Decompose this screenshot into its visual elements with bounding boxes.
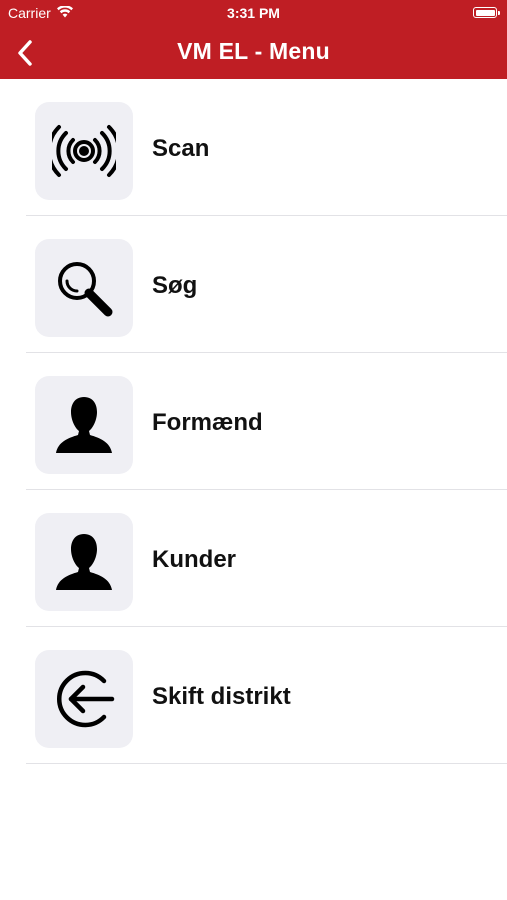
scan-icon — [52, 125, 116, 177]
menu-item-foremen[interactable]: Formænd — [0, 353, 507, 490]
logout-icon — [56, 670, 115, 728]
search-icon — [58, 262, 113, 317]
menu-list: Scan Søg Formænd Kunder Skift distrikt — [0, 79, 507, 764]
icon-tile — [35, 376, 133, 474]
menu-item-scan[interactable]: Scan — [0, 79, 507, 216]
battery-icon — [473, 7, 500, 18]
menu-item-label: Formænd — [152, 409, 263, 436]
menu-item-label: Skift distrikt — [152, 683, 291, 710]
icon-tile — [35, 650, 133, 748]
menu-item-customers[interactable]: Kunder — [0, 490, 507, 627]
page-title: VM EL - Menu — [177, 38, 330, 64]
icon-tile — [35, 102, 133, 200]
status-bar: Carrier 3:31 PM — [0, 0, 507, 28]
person-icon — [56, 534, 112, 590]
header: Carrier 3:31 PM VM EL - Menu — [0, 0, 507, 79]
icon-tile — [35, 239, 133, 337]
icon-tile — [35, 513, 133, 611]
menu-item-label: Kunder — [152, 546, 236, 573]
menu-item-label: Scan — [152, 135, 210, 162]
person-icon — [56, 397, 112, 453]
navigation-bar: VM EL - Menu — [0, 28, 507, 79]
menu-item-switch-district[interactable]: Skift distrikt — [0, 627, 507, 764]
status-time: 3:31 PM — [227, 5, 280, 21]
menu-item-search[interactable]: Søg — [0, 216, 507, 353]
menu-item-label: Søg — [152, 272, 198, 299]
